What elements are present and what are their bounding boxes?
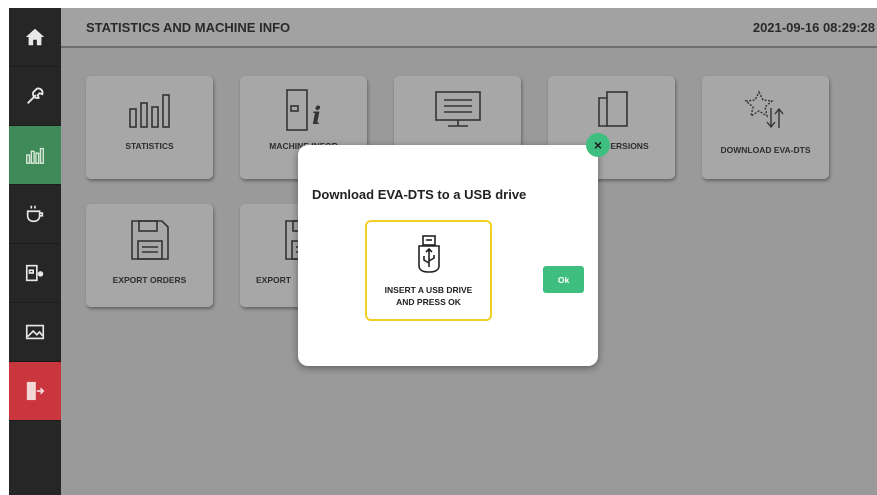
tile-export-orders[interactable]: EXPORT ORDERS — [86, 204, 213, 307]
machine-info-icon: i — [285, 89, 321, 131]
download-eva-dts-dialog: Download EVA-DTS to a USB drive INSERT A… — [298, 145, 598, 366]
tile-label: STATISTICS — [125, 141, 174, 151]
sidebar-item-machine[interactable] — [9, 244, 61, 303]
svg-text:i: i — [312, 101, 321, 130]
close-icon[interactable]: × — [586, 133, 610, 157]
usb-card-label-line1: INSERT A USB DRIVE — [384, 285, 473, 295]
sidebar-item-statistics[interactable] — [9, 126, 61, 185]
sidebar — [9, 8, 61, 495]
usb-card-label-line2: AND PRESS OK — [396, 297, 461, 307]
sidebar-item-images[interactable] — [9, 303, 61, 362]
sidebar-item-service[interactable] — [9, 67, 61, 126]
sidebar-item-exit[interactable] — [9, 362, 61, 421]
insert-usb-card[interactable]: INSERT A USB DRIVE AND PRESS OK — [365, 220, 492, 321]
ok-button[interactable]: Ok — [543, 266, 584, 293]
tile-download-eva-dts[interactable]: DOWNLOAD EVA-DTS — [702, 76, 829, 179]
usb-card-label: INSERT A USB DRIVE AND PRESS OK — [371, 284, 486, 308]
header: STATISTICS AND MACHINE INFO 2021-09-16 0… — [61, 8, 877, 48]
dialog-title: Download EVA-DTS to a USB drive — [312, 187, 527, 202]
machine-settings-icon — [25, 264, 44, 282]
sidebar-item-drinks[interactable] — [9, 185, 61, 244]
image-icon — [25, 324, 45, 340]
home-icon — [25, 28, 45, 46]
versions-icon — [597, 91, 628, 127]
exit-icon — [26, 381, 45, 401]
coffee-cup-icon — [26, 205, 44, 223]
bar-chart-icon — [128, 94, 170, 128]
tile-statistics[interactable]: STATISTICS — [86, 76, 213, 179]
page-title: STATISTICS AND MACHINE INFO — [86, 20, 291, 35]
datetime: 2021-09-16 08:29:28 — [752, 20, 875, 35]
sidebar-item-home[interactable] — [9, 8, 61, 67]
tile-label: EXPORT ORDERS — [112, 275, 187, 285]
wrench-icon — [27, 87, 44, 104]
tile-label: DOWNLOAD EVA-DTS — [720, 145, 811, 155]
download-star-icon — [743, 90, 784, 129]
statistics-icon — [26, 147, 44, 164]
usb-drive-icon — [418, 235, 440, 273]
floppy-disk-icon — [130, 220, 169, 260]
monitor-icon — [434, 91, 481, 127]
